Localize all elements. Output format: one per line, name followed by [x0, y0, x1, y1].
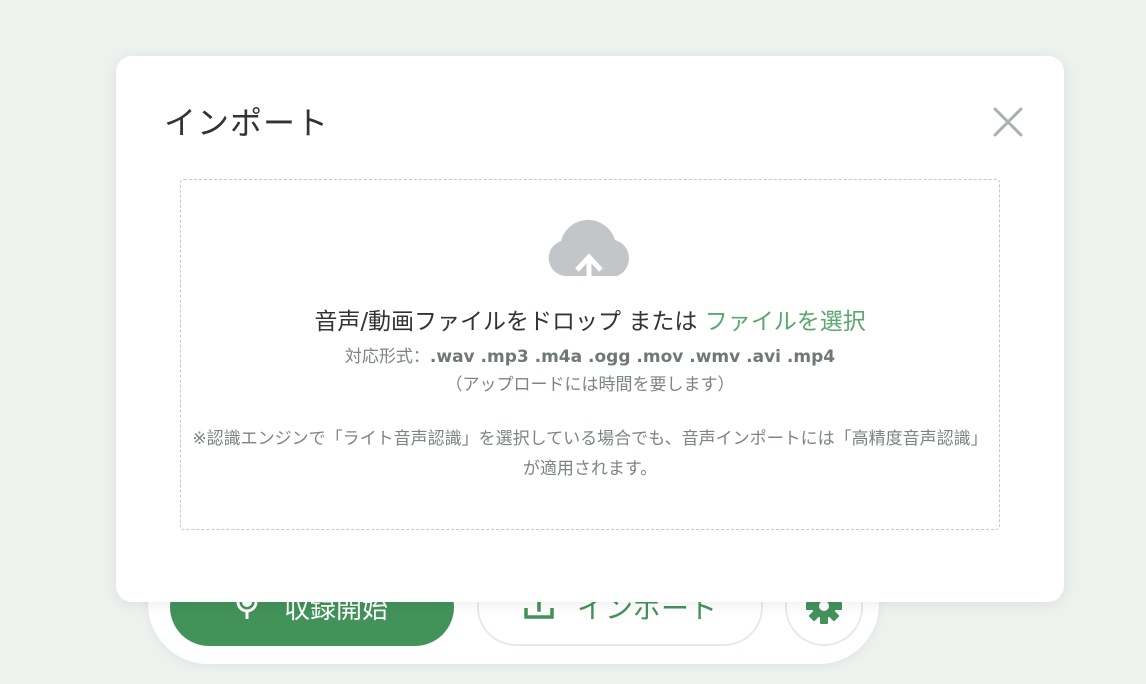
- import-dialog: インポート 音声/動画ファイルをドロップ または ファイルを選択 対応形式：.w…: [116, 56, 1064, 602]
- formats-prefix: 対応形式：: [344, 347, 430, 367]
- drop-instruction: 音声/動画ファイルをドロップ または ファイルを選択: [181, 302, 999, 336]
- supported-formats: 対応形式：.wav .mp3 .m4a .ogg .mov .wmv .avi …: [181, 342, 999, 367]
- dialog-title: インポート: [164, 104, 330, 142]
- file-drop-zone[interactable]: 音声/動画ファイルをドロップ または ファイルを選択 対応形式：.wav .mp…: [180, 179, 1000, 530]
- formats-list: .wav .mp3 .m4a .ogg .mov .wmv .avi .mp4: [429, 347, 836, 367]
- select-file-link[interactable]: ファイルを選択: [705, 309, 866, 335]
- upload-time-note: （アップロードには時間を要します）: [445, 375, 735, 395]
- close-button[interactable]: [988, 100, 1028, 146]
- engine-note: ※認識エンジンで「ライト音声認識」を選択している場合でも、音声インポートには「高…: [192, 429, 988, 479]
- cloud-upload-icon: [545, 218, 637, 290]
- close-icon: [993, 107, 1023, 140]
- drop-text: 音声/動画ファイルをドロップ または: [314, 309, 705, 335]
